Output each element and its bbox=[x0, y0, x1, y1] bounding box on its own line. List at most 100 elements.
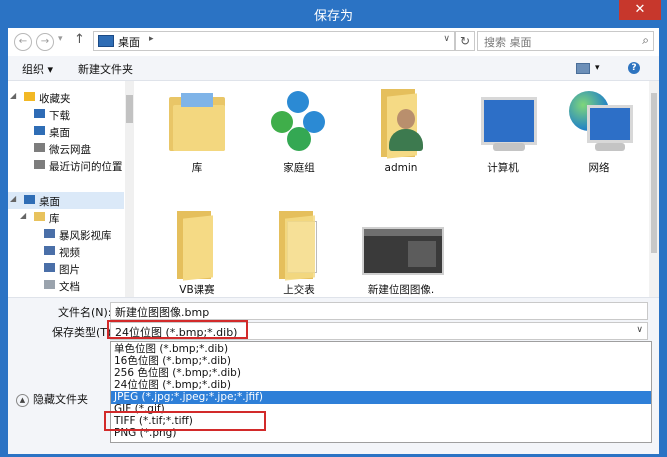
sidebar-item-documents[interactable]: 文档 bbox=[8, 277, 124, 294]
collapse-icon: ▲ bbox=[16, 393, 29, 407]
navigation-bar: ← → ▾ ↑ 桌面 ▸ ∨ ↻ 搜索 桌面 ⌕ bbox=[8, 28, 659, 54]
star-icon bbox=[24, 92, 35, 101]
chevron-down-icon[interactable]: ∨ bbox=[636, 325, 643, 335]
sidebar-item-label: 桌面 bbox=[39, 196, 60, 208]
sidebar-item-desktop-fav[interactable]: 桌面 bbox=[8, 123, 124, 140]
folder-icon bbox=[263, 209, 335, 281]
library-icon bbox=[34, 212, 45, 221]
sidebar-item-weiyun[interactable]: 微云网盘 bbox=[8, 140, 124, 157]
save-form: 文件名(N): 新建位图图像.bmp 保存类型(T): 24位位图 (*.bmp… bbox=[8, 297, 659, 454]
network-icon bbox=[563, 87, 635, 159]
sidebar-item-recent[interactable]: 最近访问的位置 bbox=[8, 157, 124, 174]
address-dropdown-icon[interactable]: ∨ bbox=[443, 34, 450, 44]
sidebar-item-libraries[interactable]: ◢ 库 bbox=[8, 209, 124, 226]
sidebar-item-label: 暴风影视库 bbox=[59, 230, 112, 242]
search-input[interactable]: 搜索 桌面 ⌕ bbox=[477, 31, 654, 51]
sidebar-item-label: 微云网盘 bbox=[49, 144, 91, 156]
sidebar-item-label: 视频 bbox=[59, 247, 80, 259]
file-view: 库 家庭组 admin 计算机 网络 VB课赛 上交表 新建位图图像. bbox=[138, 81, 659, 309]
file-item-label: 计算机 bbox=[487, 162, 519, 174]
new-folder-button[interactable]: 新建文件夹 bbox=[78, 61, 133, 77]
address-crumb[interactable]: 桌面 bbox=[118, 34, 140, 50]
save-as-dialog: 保存为 ✕ ← → ▾ ↑ 桌面 ▸ ∨ ↻ 搜索 桌面 ⌕ 组织 ▾ 新建文件… bbox=[0, 0, 667, 457]
sidebar-scrollbar[interactable] bbox=[125, 81, 134, 297]
file-item-computer[interactable]: 计算机 bbox=[458, 87, 548, 175]
search-placeholder: 搜索 桌面 bbox=[484, 36, 532, 49]
file-item-network[interactable]: 网络 bbox=[554, 87, 644, 175]
sidebar-item-label: 图片 bbox=[59, 264, 80, 276]
file-item-libraries[interactable]: 库 bbox=[152, 87, 242, 175]
file-item-admin[interactable]: admin bbox=[356, 87, 446, 175]
file-item-label: VB课赛 bbox=[179, 284, 215, 296]
sidebar-item-label: 库 bbox=[49, 213, 60, 225]
jpeg-highlight-box bbox=[104, 411, 266, 431]
view-options-dropdown[interactable]: ▾ bbox=[595, 63, 600, 73]
file-item-bitmap[interactable]: 新建位图图像. bmp bbox=[356, 209, 446, 310]
filename-value: 新建位图图像.bmp bbox=[115, 306, 210, 319]
computer-icon bbox=[467, 87, 539, 159]
bitmap-thumbnail-icon bbox=[360, 209, 444, 281]
user-folder-icon bbox=[365, 87, 437, 159]
sidebar-item-label: 桌面 bbox=[49, 127, 70, 139]
command-toolbar: 组织 ▾ 新建文件夹 ▾ ? bbox=[8, 56, 659, 81]
sidebar-scroll-thumb[interactable] bbox=[126, 95, 133, 123]
expand-icon[interactable]: ◢ bbox=[20, 211, 26, 220]
desktop-icon bbox=[24, 195, 35, 204]
refresh-button[interactable]: ↻ bbox=[455, 31, 475, 51]
window-title: 保存为 bbox=[313, 9, 353, 24]
file-item-homegroup[interactable]: 家庭组 bbox=[254, 87, 344, 175]
sidebar-item-label: 收藏夹 bbox=[39, 93, 71, 105]
search-icon[interactable]: ⌕ bbox=[642, 33, 649, 48]
expand-icon[interactable]: ◢ bbox=[10, 194, 16, 203]
sidebar-item-desktop[interactable]: ◢ 桌面 bbox=[8, 192, 124, 209]
dialog-client: ← → ▾ ↑ 桌面 ▸ ∨ ↻ 搜索 桌面 ⌕ 组织 ▾ 新建文件夹 ▾ ? bbox=[8, 28, 659, 454]
homegroup-icon bbox=[263, 87, 335, 159]
close-button[interactable]: ✕ bbox=[619, 0, 661, 20]
sidebar-item-pictures[interactable]: 图片 bbox=[8, 260, 124, 277]
address-bar[interactable]: 桌面 ▸ ∨ bbox=[93, 31, 455, 51]
filetype-label: 保存类型(T): bbox=[52, 326, 116, 339]
sidebar-item-downloads[interactable]: 下载 bbox=[8, 106, 124, 123]
view-options-icon[interactable] bbox=[576, 63, 590, 74]
file-item-label: admin bbox=[384, 162, 418, 174]
picture-icon bbox=[44, 263, 55, 272]
sidebar-item-videos[interactable]: 视频 bbox=[8, 243, 124, 260]
folder-icon bbox=[161, 209, 233, 281]
video-icon bbox=[44, 246, 55, 255]
up-button[interactable]: ↑ bbox=[74, 32, 85, 47]
recent-locations-dropdown[interactable]: ▾ bbox=[58, 34, 63, 44]
sidebar-item-label: 最近访问的位置 bbox=[49, 161, 123, 173]
organize-button[interactable]: 组织 ▾ bbox=[22, 61, 53, 77]
sidebar-item-label: 文档 bbox=[59, 281, 80, 293]
cloud-icon bbox=[34, 143, 45, 152]
sidebar-item-favorites[interactable]: ◢ 收藏夹 bbox=[8, 89, 124, 106]
library-folder-icon bbox=[161, 87, 233, 159]
file-view-scroll-thumb[interactable] bbox=[651, 93, 657, 253]
expand-icon[interactable]: ◢ bbox=[10, 91, 16, 100]
file-item-label: 库 bbox=[191, 162, 203, 174]
navigation-pane: ◢ 收藏夹 下载 桌面 微云网盘 最近访问的位置 ◢ 桌面 ◢ 库 暴风影视库 … bbox=[8, 81, 135, 297]
hide-folders-label: 隐藏文件夹 bbox=[33, 393, 88, 406]
back-button[interactable]: ← bbox=[14, 33, 32, 51]
sidebar-item-baofeng[interactable]: 暴风影视库 bbox=[8, 226, 124, 243]
desktop-icon bbox=[98, 35, 114, 47]
title-bar[interactable]: 保存为 ✕ bbox=[0, 0, 667, 28]
file-item-vb-folder[interactable]: VB课赛 bbox=[152, 209, 242, 297]
video-library-icon bbox=[44, 229, 55, 238]
recent-icon bbox=[34, 160, 45, 169]
desktop-icon bbox=[34, 126, 45, 135]
file-item-label: 家庭组 bbox=[283, 162, 315, 174]
download-icon bbox=[34, 109, 45, 118]
filename-label: 文件名(N): bbox=[58, 306, 112, 319]
sidebar-item-label: 下载 bbox=[49, 110, 70, 122]
file-item-submission-folder[interactable]: 上交表 v2014-09-03 bbox=[254, 209, 344, 310]
document-icon bbox=[44, 280, 55, 289]
filetype-highlight-box bbox=[107, 320, 248, 339]
crumb-arrow-icon[interactable]: ▸ bbox=[149, 34, 154, 44]
file-view-scrollbar[interactable] bbox=[649, 81, 659, 297]
hide-folders-toggle[interactable]: ▲ 隐藏文件夹 bbox=[16, 391, 88, 407]
forward-button[interactable]: → bbox=[36, 33, 54, 51]
file-item-label: 网络 bbox=[588, 162, 610, 174]
help-icon[interactable]: ? bbox=[628, 62, 640, 74]
filename-input[interactable]: 新建位图图像.bmp bbox=[110, 302, 648, 320]
